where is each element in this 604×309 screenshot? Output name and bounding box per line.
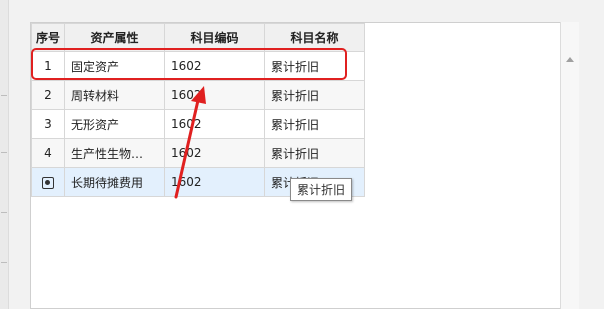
table-row[interactable]: 2 周转材料 1602 累计折旧 [31,80,365,110]
subject-code-cell[interactable]: 1602 [164,109,265,139]
subject-name-cell[interactable]: 累计折旧 [264,109,365,139]
subject-name-cell[interactable]: 累计折旧 [264,138,365,168]
asset-attribute-cell[interactable]: 长期待摊费用 [64,167,165,197]
vertical-scrollbar[interactable] [560,22,579,309]
subject-code-cell[interactable]: 1602 [164,80,265,110]
subject-name-cell[interactable]: 累计折旧 [264,80,365,110]
asset-attribute-cell[interactable]: 周转材料 [64,80,165,110]
asset-attribute-cell[interactable]: 生产性生物… [64,138,165,168]
table-row[interactable]: 4 生产性生物… 1602 累计折旧 [31,138,365,168]
row-seq: 2 [31,80,65,110]
edge-tick [1,262,7,263]
subject-code-cell[interactable]: 1602 [164,167,265,197]
row-seq: 4 [31,138,65,168]
scroll-up-arrow-icon[interactable] [566,57,574,62]
underlying-window-edge [0,0,9,309]
annotation-highlight-box [31,48,347,80]
row-settings-cell[interactable] [31,167,65,197]
edge-tick [1,152,7,153]
row-seq: 3 [31,109,65,139]
subject-code-cell[interactable]: 1602 [164,138,265,168]
table-row[interactable]: 3 无形资产 1602 累计折旧 [31,109,365,139]
asset-attribute-cell[interactable]: 无形资产 [64,109,165,139]
settings-icon[interactable] [42,176,54,189]
cell-tooltip: 累计折旧 [290,178,353,201]
edge-tick [1,95,7,96]
edge-tick [1,212,7,213]
